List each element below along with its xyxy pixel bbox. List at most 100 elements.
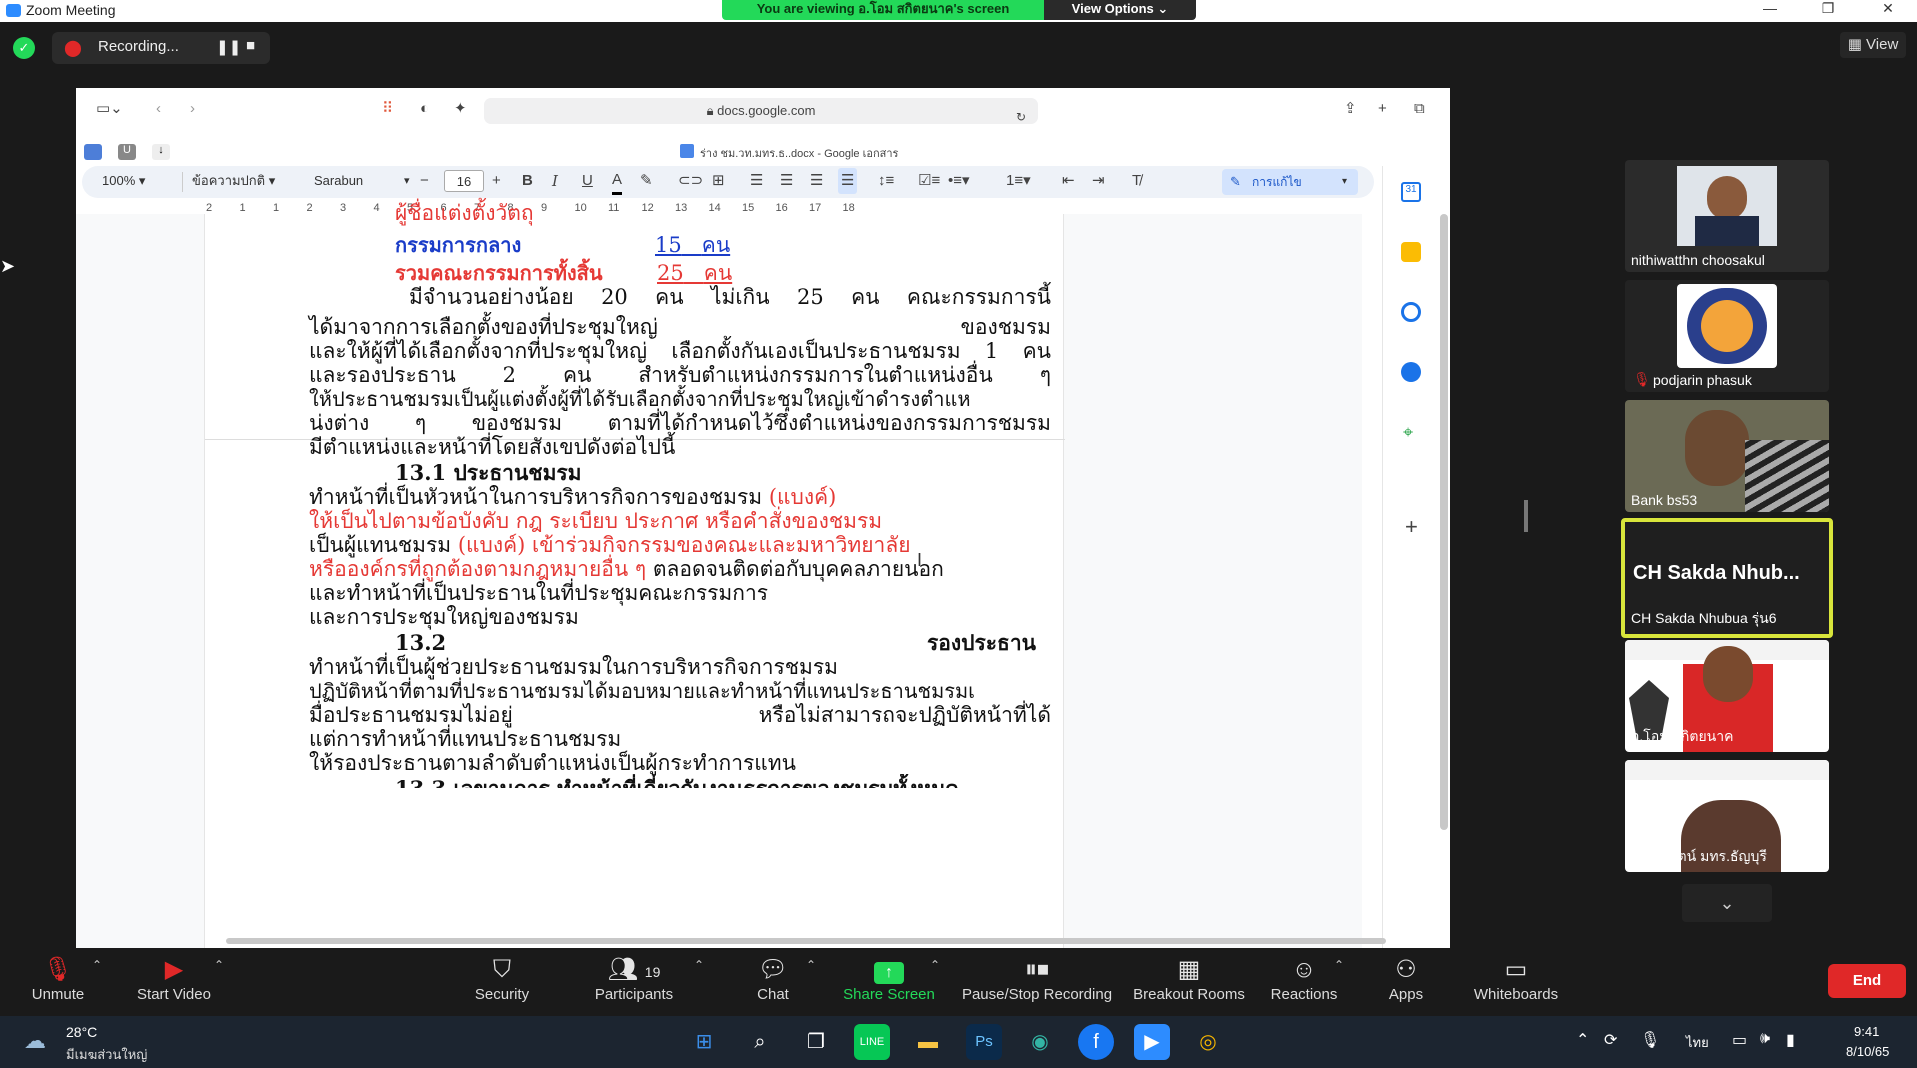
clock-date[interactable]: 8/10/65 <box>1846 1044 1889 1059</box>
address-bar[interactable]: 🔒︎ docs.google.com <box>484 98 1038 124</box>
horizontal-scrollbar[interactable] <box>226 938 1386 944</box>
edge-icon[interactable]: ◉ <box>1022 1024 1058 1060</box>
chat-button[interactable]: 💬︎ Chat <box>738 954 808 1003</box>
share-icon[interactable]: ⇪ <box>1344 94 1357 124</box>
temperature[interactable]: 28°C <box>66 1024 97 1040</box>
participant-tile[interactable]: 🎙︎ podjarin phasuk <box>1625 280 1829 392</box>
comment-icon[interactable]: ⊞ <box>712 166 725 196</box>
line-app-icon[interactable]: LINE <box>854 1024 890 1060</box>
numbered-list-icon[interactable]: 1≡▾ <box>1006 166 1031 196</box>
line-spacing-icon[interactable]: ↕≡ <box>878 166 894 196</box>
network-icon[interactable]: ▭ <box>1732 1030 1747 1050</box>
extension-icon[interactable]: ✦ <box>454 94 467 124</box>
text-color-icon[interactable]: A <box>612 168 623 195</box>
zoom-app-icon[interactable]: ▶ <box>1134 1024 1170 1060</box>
zoom-select[interactable]: 100% ▾ <box>102 166 145 196</box>
battery-icon[interactable]: ▮ <box>1786 1030 1795 1050</box>
splitter-handle[interactable] <box>1524 500 1528 532</box>
vertical-scrollbar[interactable] <box>1440 214 1448 830</box>
input-language[interactable]: ไทย <box>1686 1032 1709 1053</box>
align-left-icon[interactable]: ☰ <box>750 166 763 196</box>
breakout-rooms-button[interactable]: ▦ Breakout Rooms <box>1130 954 1248 1003</box>
unmute-button[interactable]: 🎙︎ Unmute <box>22 954 94 1003</box>
audio-options-caret-icon[interactable]: ⌃ <box>92 958 102 972</box>
increase-indent-icon[interactable]: ⇥ <box>1092 166 1105 196</box>
minimize-icon[interactable]: — <box>1750 0 1790 20</box>
underline-icon[interactable]: U <box>582 166 593 196</box>
tasks-icon[interactable] <box>1401 302 1421 322</box>
link-icon[interactable]: ⊂⊃ <box>678 166 703 196</box>
chrome-icon[interactable]: ◎ <box>1190 1024 1226 1060</box>
end-meeting-button[interactable]: End <box>1828 964 1906 998</box>
pinned-tab-icon[interactable] <box>84 144 102 160</box>
participant-tile[interactable]: อ.โอม สกิตยนาค <box>1625 640 1829 752</box>
back-icon[interactable]: ‹ <box>156 94 161 124</box>
add-addon-icon[interactable]: + <box>1405 514 1418 540</box>
style-select[interactable]: ข้อความปกติ ▾ <box>192 166 275 196</box>
pause-recording-icon[interactable]: ❚❚ <box>216 38 241 56</box>
clock-time[interactable]: 9:41 <box>1854 1024 1879 1039</box>
increase-font-icon[interactable]: + <box>492 166 501 196</box>
tabs-overview-icon[interactable]: ⧉ <box>1414 94 1425 124</box>
font-size-input[interactable]: 16 <box>444 170 484 192</box>
participant-tile[interactable]: 12-นพรัตน์ มทร.ธัญบุรี <box>1625 760 1829 872</box>
participants-button[interactable]: 👥︎ 19 Participants <box>588 954 680 1003</box>
apps-grid-icon[interactable]: ⠿ <box>382 94 393 124</box>
security-shield-icon[interactable]: ✓ <box>13 37 35 59</box>
document-page[interactable]: ผู้ชื่อแต่งตั้งวัตถุ กรรมการกลาง 15 คน ร… <box>204 201 1065 948</box>
participant-tile[interactable]: Bank bs53 <box>1625 400 1829 512</box>
participants-caret-icon[interactable]: ⌃ <box>694 958 704 972</box>
gallery-scroll-down-icon[interactable]: ⌄ <box>1682 884 1772 922</box>
photoshop-icon[interactable]: Ps <box>966 1024 1002 1060</box>
microphone-icon[interactable]: 🎙︎ <box>1640 1030 1660 1050</box>
pinned-tab-down-icon[interactable]: ↓ <box>152 144 170 160</box>
task-view-icon[interactable]: ❐ <box>798 1024 834 1060</box>
search-icon[interactable]: ⌕ <box>742 1024 778 1060</box>
privacy-shield-icon[interactable]: ◐ <box>420 94 429 124</box>
whiteboards-button[interactable]: ▭ Whiteboards <box>1470 954 1562 1003</box>
sidebar-toggle-icon[interactable]: ▭⌄ <box>96 94 123 124</box>
checklist-icon[interactable]: ☑≡ <box>918 166 940 196</box>
maps-icon[interactable]: ⌖ <box>1403 422 1413 443</box>
contacts-icon[interactable] <box>1401 362 1421 382</box>
share-caret-icon[interactable]: ⌃ <box>930 958 940 972</box>
align-right-icon[interactable]: ☰ <box>810 166 823 196</box>
view-options-button[interactable]: View Options ⌄ <box>1044 0 1196 20</box>
keep-icon[interactable] <box>1401 242 1421 262</box>
facebook-icon[interactable]: f <box>1078 1024 1114 1060</box>
volume-icon[interactable]: 🕪︎ <box>1760 1030 1770 1048</box>
justify-icon[interactable]: ☰ <box>838 168 858 194</box>
font-chevron-icon[interactable]: ▾ <box>404 166 410 196</box>
participant-tile[interactable]: nithiwatthn choosakul <box>1625 160 1829 272</box>
restore-icon[interactable]: ❐ <box>1808 0 1848 20</box>
view-button[interactable]: ▦ View <box>1840 32 1906 58</box>
calendar-icon[interactable]: 31 <box>1401 182 1421 202</box>
sync-icon[interactable]: ⟳ <box>1604 1030 1617 1050</box>
reload-icon[interactable]: ↻ <box>1016 102 1026 132</box>
pinned-tab-u-icon[interactable]: U <box>118 144 136 160</box>
participant-tile-active[interactable]: CH Sakda Nhub... CH Sakda Nhubua รุ่น6 <box>1621 518 1833 638</box>
bullet-list-icon[interactable]: •≡▾ <box>948 166 970 196</box>
close-icon[interactable]: ✕ <box>1868 0 1908 20</box>
weather-cloud-icon[interactable]: ☁ <box>24 1028 46 1054</box>
clear-formatting-icon[interactable]: T̸ <box>1132 166 1141 196</box>
align-center-icon[interactable]: ☰ <box>780 166 793 196</box>
reactions-button[interactable]: ☺︎ Reactions <box>1268 954 1340 1003</box>
italic-icon[interactable]: I <box>552 166 558 196</box>
file-explorer-icon[interactable]: ▬ <box>910 1024 946 1060</box>
chat-caret-icon[interactable]: ⌃ <box>806 958 816 972</box>
highlight-icon[interactable]: ✎ <box>640 166 653 196</box>
editing-mode-select[interactable]: ✎ การแก้ไข ▾ <box>1222 169 1358 195</box>
decrease-indent-icon[interactable]: ⇤ <box>1062 166 1075 196</box>
start-menu-icon[interactable]: ⊞ <box>686 1024 722 1060</box>
share-screen-button[interactable]: ↑ Share Screen <box>842 954 936 1003</box>
security-button[interactable]: ⛉ Security <box>462 954 542 1003</box>
reactions-caret-icon[interactable]: ⌃ <box>1334 958 1344 972</box>
pause-stop-recording-button[interactable]: ⏸︎⏹︎ Pause/Stop Recording <box>958 954 1116 1003</box>
new-tab-icon[interactable]: + <box>1378 94 1387 124</box>
start-video-button[interactable]: ▶︎ Start Video <box>128 954 220 1003</box>
video-options-caret-icon[interactable]: ⌃ <box>214 958 224 972</box>
bold-icon[interactable]: B <box>522 166 533 196</box>
tray-chevron-icon[interactable]: ⌃ <box>1576 1030 1589 1050</box>
apps-button[interactable]: ⚇ Apps <box>1380 954 1432 1003</box>
